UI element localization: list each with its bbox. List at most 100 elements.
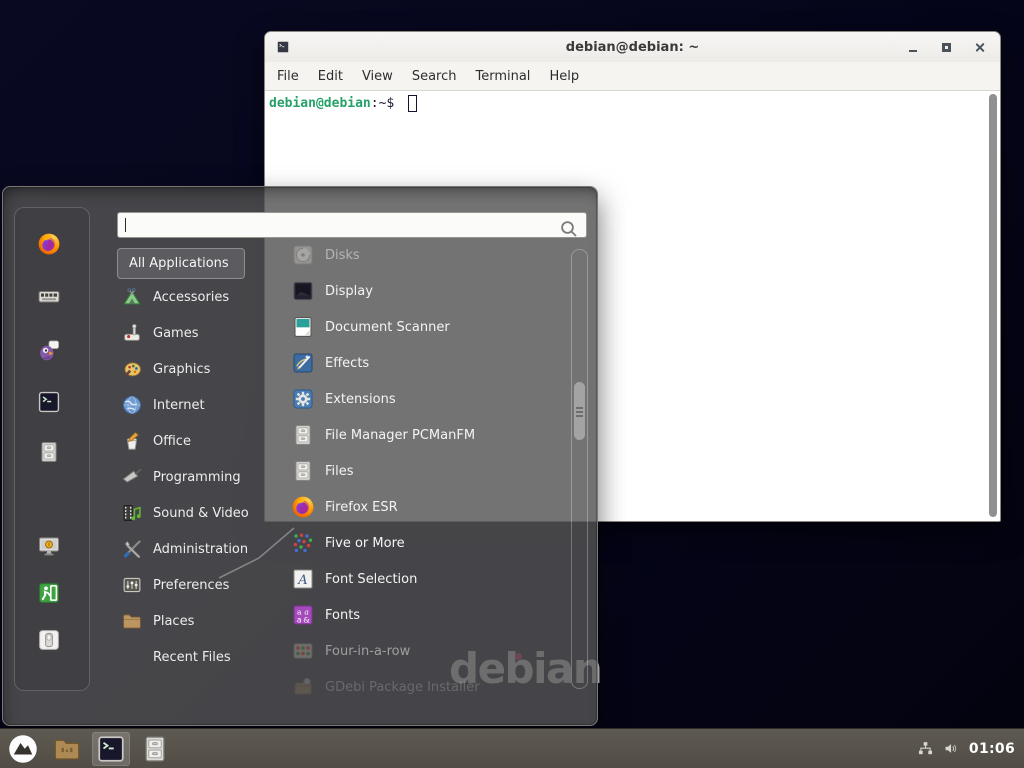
logout-icon	[37, 581, 61, 605]
taskbar-clock[interactable]: 01:06	[969, 741, 1015, 757]
menu-logo-icon	[8, 734, 38, 764]
terminal-menu-help[interactable]: Help	[549, 69, 579, 84]
close-button[interactable]	[968, 36, 990, 58]
category-label: Internet	[153, 398, 205, 413]
category-label: Sound & Video	[153, 506, 249, 521]
category-label: Programming	[153, 470, 241, 485]
app-item-document-scanner[interactable]: Document Scanner	[287, 309, 571, 345]
app-item-label: Files	[325, 464, 354, 479]
category-preferences[interactable]: Preferences	[117, 567, 289, 603]
taskbar: 01:06	[0, 728, 1024, 768]
terminal-menu-file[interactable]: File	[277, 69, 299, 84]
volume-indicator[interactable]	[943, 740, 960, 757]
app-item-font-selection[interactable]: A Font Selection	[287, 561, 571, 597]
cabinet-icon	[291, 459, 315, 483]
category-programming[interactable]: Programming	[117, 459, 289, 495]
app-item-five-or-more[interactable]: Five or More	[287, 525, 571, 561]
app-item-label: Four-in-a-row	[325, 644, 410, 659]
terminal-task-button[interactable]	[92, 732, 130, 766]
office-icon	[121, 430, 143, 452]
favorite-keyboard-button[interactable]	[37, 284, 67, 314]
favorite-shutdown-button[interactable]	[37, 628, 67, 658]
lockscreen-icon	[37, 534, 61, 558]
file-manager-button[interactable]	[48, 732, 86, 766]
fiveormore-icon	[291, 531, 315, 555]
gdebi-icon	[291, 675, 315, 699]
app-item-label: Firefox ESR	[325, 500, 398, 515]
app-item-firefox-esr[interactable]: Firefox ESR	[287, 489, 571, 525]
category-sound-video[interactable]: Sound & Video	[117, 495, 289, 531]
maximize-button[interactable]	[935, 36, 957, 58]
keyboard-icon	[37, 284, 61, 308]
app-item-display[interactable]: Display	[287, 273, 571, 309]
terminal-prompt-line: debian@debian:~$	[269, 95, 417, 112]
category-office[interactable]: Office	[117, 423, 289, 459]
app-item-fonts[interactable]: aaa&Fonts	[287, 597, 571, 633]
app-item-effects[interactable]: Effects	[287, 345, 571, 381]
cabinet-icon	[140, 734, 170, 764]
terminal-icon	[37, 390, 61, 414]
app-item-extensions[interactable]: Extensions	[287, 381, 571, 417]
terminal-scrollbar[interactable]	[988, 93, 998, 518]
blank-icon-spacer	[121, 646, 143, 668]
category-label: Recent Files	[153, 650, 231, 665]
category-places[interactable]: Places	[117, 603, 289, 639]
app-item-label: Extensions	[325, 392, 396, 407]
effects-icon	[291, 351, 315, 375]
favorite-firefox-button[interactable]	[37, 232, 67, 262]
category-label: Accessories	[153, 290, 229, 305]
application-list: Disks Display Document ScannerEffects Exten…	[287, 237, 571, 705]
app-item-file-manager-pcmanfm[interactable]: File Manager PCManFM	[287, 417, 571, 453]
terminal-menu-view[interactable]: View	[362, 69, 393, 84]
terminal-icon	[96, 734, 126, 764]
extensions-icon	[291, 387, 315, 411]
menu-search-box	[117, 212, 587, 238]
terminal-window-title: debian@debian: ~	[265, 40, 1000, 55]
files-task-button[interactable]	[136, 732, 174, 766]
terminal-menu-search[interactable]: Search	[412, 69, 457, 84]
menu-scrollbar-thumb[interactable]	[574, 382, 585, 440]
terminal-scrollbar-thumb[interactable]	[989, 94, 997, 517]
app-item-disks[interactable]: Disks	[287, 237, 571, 273]
terminal-menu-terminal[interactable]: Terminal	[475, 69, 530, 84]
terminal-prompt-user: debian@debian	[269, 96, 371, 111]
app-item-label: Font Selection	[325, 572, 417, 587]
cabinet-icon	[37, 440, 61, 464]
favorite-pidgin-button[interactable]	[37, 338, 67, 368]
programming-icon	[121, 466, 143, 488]
preferences-icon	[121, 574, 143, 596]
favorite-terminal-button[interactable]	[37, 390, 67, 420]
app-item-four-in-a-row[interactable]: Four-in-a-row	[287, 633, 571, 669]
category-recent-files[interactable]: Recent Files	[117, 639, 289, 675]
search-caret	[125, 218, 126, 232]
all-applications-button[interactable]: All Applications	[117, 248, 245, 279]
menu-scrollbar[interactable]	[571, 249, 588, 689]
disks-icon	[291, 243, 315, 267]
minimize-button[interactable]	[902, 36, 924, 58]
app-item-files[interactable]: Files	[287, 453, 571, 489]
category-graphics[interactable]: Graphics	[117, 351, 289, 387]
category-list: Accessories GamesGraphics Internet Office Pr…	[117, 279, 289, 675]
app-item-label: Display	[325, 284, 373, 299]
category-administration[interactable]: Administration	[117, 531, 289, 567]
menu-button[interactable]	[4, 732, 42, 766]
category-label: Preferences	[153, 578, 229, 593]
terminal-titlebar[interactable]: debian@debian: ~	[265, 32, 1000, 62]
svg-text:&: &	[303, 615, 310, 624]
category-games[interactable]: Games	[117, 315, 289, 351]
svg-text:A: A	[297, 573, 307, 588]
app-item-gdebi-package-installer[interactable]: GDebi Package Installer	[287, 669, 571, 705]
favorite-lockscreen-button[interactable]	[37, 534, 67, 564]
favorite-cabinet-button[interactable]	[37, 440, 67, 470]
search-input[interactable]	[118, 213, 586, 237]
category-accessories[interactable]: Accessories	[117, 279, 289, 315]
favorite-logout-button[interactable]	[37, 581, 67, 611]
fonts-icon: aaa&	[291, 603, 315, 627]
category-internet[interactable]: Internet	[117, 387, 289, 423]
network-indicator[interactable]	[917, 740, 934, 757]
terminal-menubar: File Edit View Search Terminal Help	[265, 62, 1000, 91]
app-item-label: Five or More	[325, 536, 405, 551]
svg-text:a: a	[297, 615, 302, 624]
terminal-menu-edit[interactable]: Edit	[318, 69, 343, 84]
app-item-label: Disks	[325, 248, 360, 263]
